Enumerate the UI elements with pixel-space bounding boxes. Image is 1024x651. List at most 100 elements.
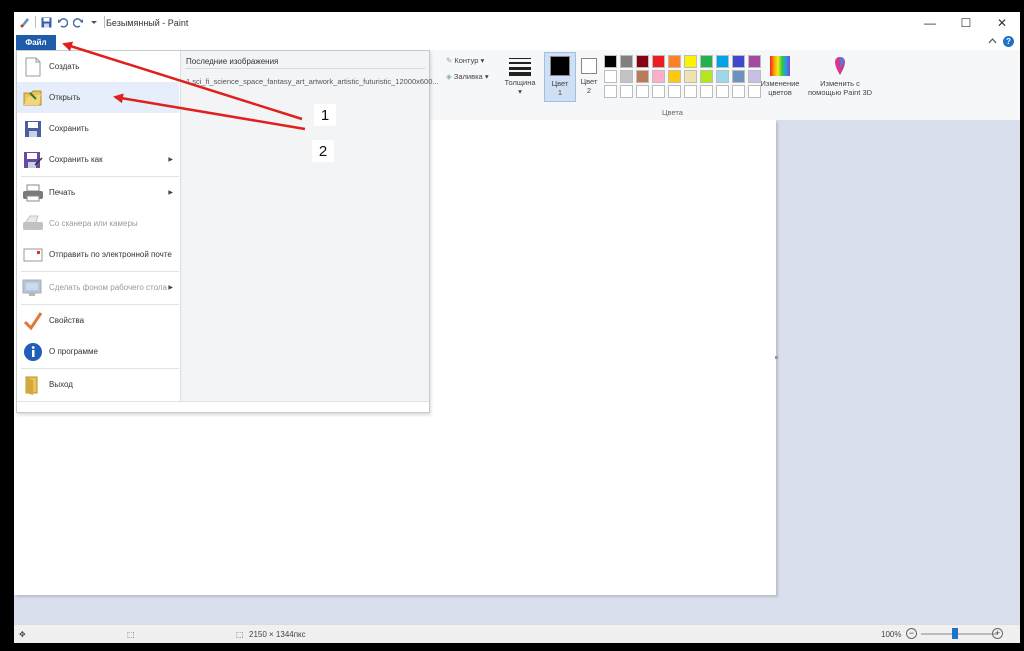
desktop-background-icon bbox=[22, 277, 44, 299]
palette-swatch[interactable] bbox=[700, 55, 713, 68]
palette-swatch[interactable] bbox=[700, 85, 713, 98]
zoom-slider-thumb[interactable] bbox=[952, 628, 958, 639]
quick-access-toolbar bbox=[19, 16, 105, 28]
fill-dropdown[interactable]: ◈ Заливка ▾ bbox=[446, 72, 489, 81]
palette-swatch[interactable] bbox=[652, 70, 665, 83]
checkmark-icon bbox=[22, 310, 44, 332]
selection-size-icon: ⬚ bbox=[127, 630, 135, 639]
palette-swatch[interactable] bbox=[652, 85, 665, 98]
toolbar-separator bbox=[104, 16, 105, 28]
image-dimensions: 2150 × 1344пкс bbox=[249, 630, 306, 639]
ribbon-right-controls: ? bbox=[988, 36, 1014, 47]
palette-swatch[interactable] bbox=[732, 85, 745, 98]
palette-swatch[interactable] bbox=[668, 70, 681, 83]
save-icon[interactable] bbox=[40, 16, 52, 28]
palette-swatch[interactable] bbox=[604, 70, 617, 83]
menu-item-save-as[interactable]: Сохранить как ▶ bbox=[17, 144, 179, 175]
title-bar: Безымянный - Paint — ☐ ✕ bbox=[14, 12, 1020, 34]
palette-swatch[interactable] bbox=[732, 55, 745, 68]
outline-dropdown[interactable]: ✎ Контур ▾ bbox=[446, 56, 484, 65]
image-size-icon: ⬚ bbox=[236, 630, 244, 639]
window-title: Безымянный - Paint bbox=[106, 18, 189, 28]
email-icon bbox=[22, 244, 44, 266]
menu-item-properties[interactable]: Свойства bbox=[17, 305, 179, 336]
info-icon bbox=[22, 341, 44, 363]
file-tab[interactable]: Файл bbox=[16, 35, 56, 50]
palette-swatch[interactable] bbox=[716, 85, 729, 98]
palette-swatch[interactable] bbox=[668, 55, 681, 68]
palette-swatch[interactable] bbox=[732, 70, 745, 83]
color1-swatch bbox=[550, 56, 570, 76]
palette-swatch[interactable] bbox=[636, 55, 649, 68]
canvas-resize-handle[interactable] bbox=[775, 356, 778, 359]
menu-item-exit[interactable]: Выход bbox=[17, 369, 179, 400]
customize-toolbar-icon[interactable] bbox=[88, 16, 100, 28]
submenu-arrow-icon: ▶ bbox=[168, 285, 173, 291]
palette-swatch[interactable] bbox=[716, 55, 729, 68]
color2-swatch bbox=[581, 58, 597, 74]
recent-images-title: Последние изображения bbox=[186, 57, 279, 66]
paint-app-icon bbox=[19, 16, 31, 28]
exit-icon bbox=[22, 374, 44, 396]
palette-swatch[interactable] bbox=[684, 70, 697, 83]
chevron-down-icon: ▾ bbox=[518, 87, 522, 96]
status-bar: ✥ ⬚ ⬚ 2150 × 1344пкс 100% − + bbox=[14, 624, 1020, 643]
menu-item-from-scanner[interactable]: Со сканера или камеры bbox=[17, 208, 179, 239]
printer-icon bbox=[22, 182, 44, 204]
paint3d-button[interactable]: Изменить с помощью Paint 3D bbox=[807, 56, 873, 97]
palette-swatch[interactable] bbox=[684, 55, 697, 68]
maximize-button[interactable]: ☐ bbox=[948, 12, 984, 34]
cursor-position-icon: ✥ bbox=[19, 630, 26, 639]
palette-swatch[interactable] bbox=[620, 85, 633, 98]
palette-swatch[interactable] bbox=[620, 55, 633, 68]
palette-swatch[interactable] bbox=[668, 85, 681, 98]
palette-swatch[interactable] bbox=[716, 70, 729, 83]
minimize-button[interactable]: — bbox=[912, 12, 948, 34]
recent-title-divider bbox=[185, 68, 425, 69]
annotation-label-1: 1 bbox=[314, 104, 336, 126]
menu-item-open[interactable]: Открыть bbox=[17, 82, 179, 113]
palette-swatch[interactable] bbox=[604, 55, 617, 68]
menu-item-print[interactable]: Печать ▶ bbox=[17, 177, 179, 208]
paint3d-icon bbox=[830, 56, 850, 76]
menu-item-about[interactable]: О программе bbox=[17, 336, 179, 367]
palette-swatch[interactable] bbox=[684, 85, 697, 98]
colors-group-label: Цвета bbox=[662, 108, 683, 117]
open-folder-icon bbox=[22, 87, 44, 109]
window-controls: — ☐ ✕ bbox=[912, 12, 1020, 34]
edit-colors-button[interactable]: Изменение цветов bbox=[759, 56, 801, 97]
menu-item-set-desktop-background[interactable]: Сделать фоном рабочего стола ▶ bbox=[17, 272, 179, 303]
paint-window: Безымянный - Paint — ☐ ✕ Файл ? ✎ Контур… bbox=[14, 12, 1020, 643]
zoom-slider-track[interactable] bbox=[921, 633, 997, 635]
palette-swatch[interactable] bbox=[700, 70, 713, 83]
recent-images-pane: Последние изображения 1 sci_fi_science_s… bbox=[180, 51, 439, 401]
undo-icon[interactable] bbox=[56, 16, 68, 28]
recent-image-item[interactable]: 1 sci_fi_science_space_fantasy_art_artwo… bbox=[186, 77, 439, 86]
menu-item-new[interactable]: Создать bbox=[17, 51, 179, 82]
save-icon bbox=[22, 118, 44, 140]
palette-swatch[interactable] bbox=[636, 85, 649, 98]
zoom-in-button[interactable]: + bbox=[992, 628, 1003, 639]
toolbar-separator bbox=[35, 16, 36, 28]
help-icon[interactable]: ? bbox=[1003, 36, 1014, 47]
menu-item-save[interactable]: Сохранить bbox=[17, 113, 179, 144]
palette-swatch[interactable] bbox=[620, 70, 633, 83]
save-as-icon bbox=[22, 149, 44, 171]
palette-swatch[interactable] bbox=[636, 70, 649, 83]
collapse-ribbon-icon[interactable] bbox=[988, 37, 997, 46]
rainbow-palette-icon bbox=[770, 56, 790, 76]
redo-icon[interactable] bbox=[72, 16, 84, 28]
ribbon-tabs: Файл ? bbox=[14, 34, 1020, 50]
palette-swatch[interactable] bbox=[652, 55, 665, 68]
color1-button[interactable]: Цвет 1 bbox=[544, 52, 576, 102]
file-menu-footer bbox=[17, 401, 429, 412]
file-menu: Создать Открыть Сохранить Сохранить как bbox=[16, 50, 439, 413]
palette-swatch[interactable] bbox=[604, 85, 617, 98]
color2-button[interactable]: Цвет 2 bbox=[578, 52, 600, 95]
menu-item-send-email[interactable]: Отправить по электронной почте bbox=[17, 239, 179, 270]
annotation-label-2: 2 bbox=[312, 140, 334, 162]
thickness-button[interactable]: Толщина ▾ bbox=[502, 56, 538, 96]
new-file-icon bbox=[22, 56, 44, 78]
close-button[interactable]: ✕ bbox=[984, 12, 1020, 34]
zoom-out-button[interactable]: − bbox=[906, 628, 917, 639]
